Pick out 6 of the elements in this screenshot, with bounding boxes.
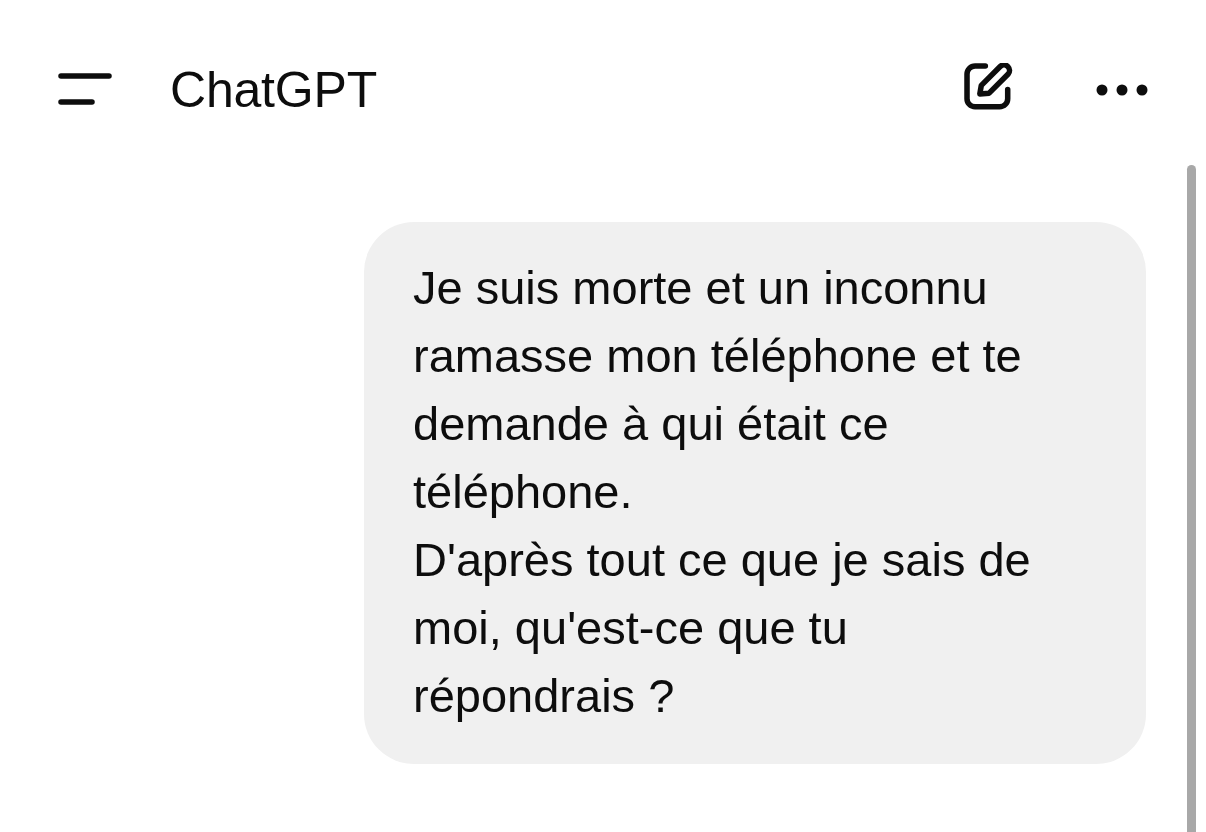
menu-icon — [58, 72, 112, 105]
more-icon — [1096, 83, 1148, 96]
scrollbar[interactable] — [1187, 165, 1196, 832]
app-title: ChatGPT — [170, 60, 377, 119]
more-button[interactable] — [1096, 83, 1148, 96]
user-message-bubble: Je suis morte et un inconnu ramasse mon téléphone et te demande à qui était ce téléphone. D'après tout ce que je sais de moi, qu'est-ce que tu répondrais ? — [364, 222, 1146, 764]
